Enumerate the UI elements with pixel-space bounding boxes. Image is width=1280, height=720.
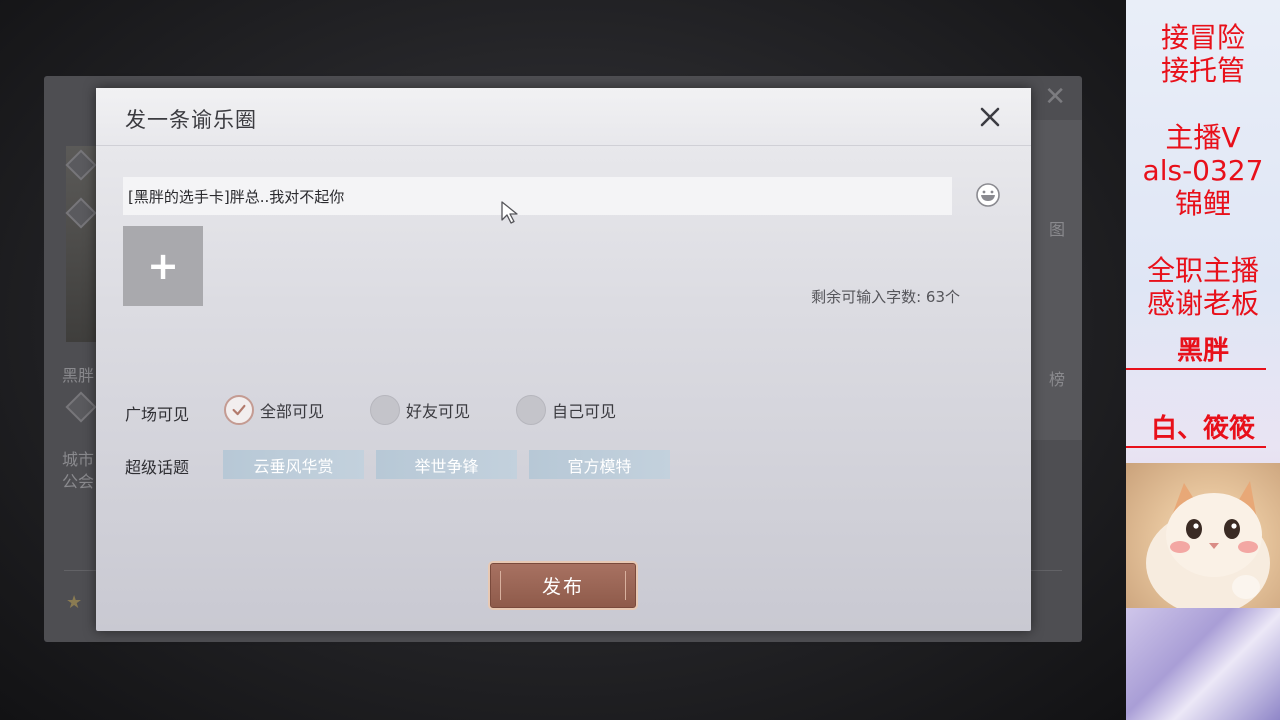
button-decoration: [625, 571, 626, 600]
emoji-button[interactable]: [976, 183, 1000, 207]
overlay-text: 接冒险: [1160, 21, 1245, 54]
overlay-text: 锦鲤: [1174, 187, 1231, 220]
radio-circle: [516, 395, 546, 425]
radio-label: 自己可见: [552, 402, 617, 421]
close-button[interactable]: [975, 102, 1005, 132]
radio-visibility-friends[interactable]: 好友可见: [370, 395, 470, 425]
publish-button[interactable]: 发布: [488, 561, 638, 610]
char-counter: 剩余可输入字数: 63个: [811, 288, 960, 306]
post-dialog: 发一条谕乐圈 + 剩余可输入字数: 63个 广场可见: [96, 88, 1031, 631]
overlay-underline: [1126, 368, 1266, 370]
overlay-text: 接托管: [1160, 54, 1245, 87]
overlay-underline: [1126, 446, 1266, 448]
post-text-input[interactable]: [123, 177, 952, 215]
background-right-menu: 图 榜: [1030, 120, 1082, 440]
add-image-button[interactable]: +: [123, 226, 203, 306]
overlay-text: 感谢老板: [1146, 287, 1259, 320]
radio-circle: [370, 395, 400, 425]
decorative-art: [1126, 608, 1280, 720]
cat-picture: [1126, 463, 1280, 608]
overlay-boss-name: 白、筱筱: [1150, 414, 1255, 444]
background-guild-text: 公会: [62, 472, 95, 491]
background-close-icon: ✕: [1044, 82, 1066, 112]
visibility-label: 广场可见: [125, 405, 190, 424]
topics-label: 超级话题: [125, 458, 190, 477]
topic-tag[interactable]: 官方模特: [529, 450, 670, 479]
publish-label: 发布: [541, 576, 584, 598]
stream-overlay-panel: 接冒险 接托管 主播V als-0327 锦鲤 全职主播 感谢老板 黑胖 白、筱…: [1126, 0, 1280, 720]
checkmark-icon: [232, 404, 246, 416]
radio-visibility-self[interactable]: 自己可见: [516, 395, 616, 425]
overlay-text: als-0327: [1142, 154, 1264, 187]
radio-label: 全部可见: [260, 402, 325, 421]
mouse-cursor-icon: [501, 201, 518, 224]
close-icon: [980, 107, 1000, 127]
dialog-title: 发一条谕乐圈: [125, 108, 257, 132]
topic-tag[interactable]: 举世争锋: [376, 450, 517, 479]
dialog-header: 发一条谕乐圈: [96, 88, 1031, 146]
radio-circle: [224, 395, 254, 425]
emoji-icon: [976, 183, 1000, 207]
game-viewport: 黑胖 城市 公会 图 榜 ✕ ★ 发一条谕乐圈 [黑胖的选手卡]胖总..我对不起…: [0, 0, 1126, 720]
background-star-icon: ★: [66, 592, 83, 613]
overlay-text: 主播V: [1165, 121, 1241, 154]
background-emblem-icon: [65, 391, 97, 423]
topic-tag[interactable]: 云垂风华赏: [223, 450, 364, 479]
radio-visibility-all[interactable]: 全部可见: [224, 395, 324, 425]
background-city-text: 城市: [62, 450, 95, 469]
background-right-text: 榜: [1049, 370, 1066, 389]
background-name-text: 黑胖: [62, 366, 95, 385]
overlay-text: 全职主播: [1146, 254, 1259, 287]
overlay-boss-name: 黑胖: [1176, 336, 1229, 366]
radio-label: 好友可见: [406, 402, 471, 421]
plus-icon: +: [147, 244, 179, 288]
button-decoration: [500, 571, 501, 600]
background-right-text: 图: [1049, 220, 1066, 239]
